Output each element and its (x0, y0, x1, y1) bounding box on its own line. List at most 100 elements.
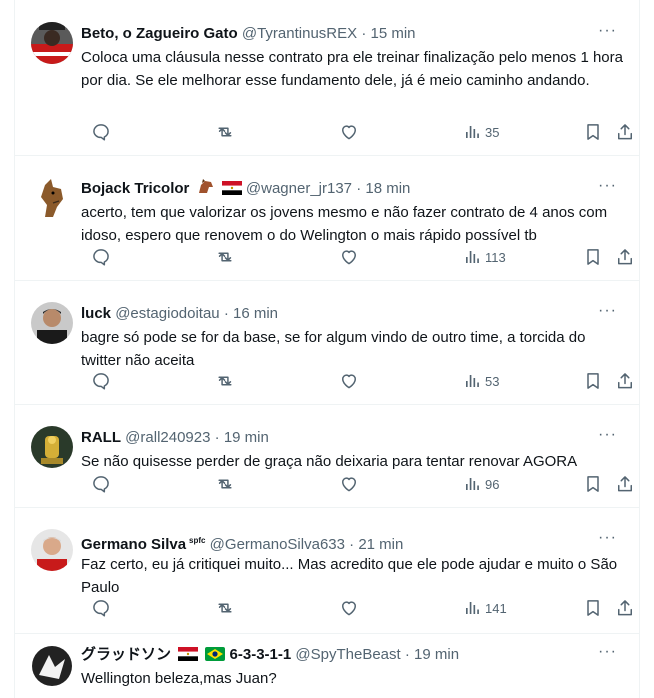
tweet-header: Germano Silva spfc @GermanoSilva633 · 21 … (81, 531, 601, 553)
avatar[interactable] (31, 22, 73, 64)
more-icon[interactable]: ··· (598, 643, 617, 661)
avatar[interactable] (31, 645, 73, 687)
handle[interactable]: @SpyTheBeast (295, 646, 400, 663)
separator: · (356, 180, 362, 197)
tweet[interactable]: RALL @rall240923 · 19 min ··· Se não qui… (15, 404, 639, 508)
separator: · (404, 646, 410, 663)
retweet-button[interactable] (215, 598, 235, 618)
tweet-header: RALL @rall240923 · 19 min (81, 428, 601, 448)
handle[interactable]: @wagner_jr137 (246, 180, 352, 197)
views-button[interactable]: 35 (463, 122, 499, 142)
reply-button[interactable] (91, 598, 111, 618)
like-icon (339, 247, 359, 267)
tweet[interactable]: Bojack Tricolor @wagner_jr137 · 18 min ·… (15, 155, 639, 281)
views-icon (463, 475, 481, 493)
views-icon (463, 123, 481, 141)
display-name[interactable]: Germano Silva (81, 536, 186, 553)
share-icon (615, 247, 635, 267)
handle[interactable]: @TyrantinusREX (242, 25, 357, 42)
reply-button[interactable] (91, 122, 111, 142)
share-icon (615, 474, 635, 494)
views-button[interactable]: 141 (463, 598, 507, 618)
bookmark-button[interactable] (583, 247, 603, 267)
avatar[interactable] (31, 426, 73, 468)
tweet[interactable]: グラッドソン 6-3-3-1-1 @SpyTheBeast · 19 min ·… (15, 633, 639, 698)
like-icon (339, 122, 359, 142)
more-icon[interactable]: ··· (598, 177, 617, 195)
timestamp[interactable]: 18 min (365, 180, 410, 197)
action-bar: 96 (81, 474, 633, 494)
reply-icon (91, 247, 111, 267)
tweet[interactable]: luck @estagiodoitau · 16 min ··· bagre s… (15, 280, 639, 405)
reply-icon (91, 598, 111, 618)
share-button[interactable] (615, 247, 635, 267)
tweet-text: bagre só pode se for da base, se for alg… (81, 329, 586, 369)
avatar[interactable] (31, 302, 73, 344)
display-name[interactable]: Bojack Tricolor (81, 180, 189, 197)
like-button[interactable] (339, 122, 359, 142)
display-name[interactable]: luck (81, 305, 111, 322)
more-icon[interactable]: ··· (598, 529, 617, 547)
retweet-button[interactable] (215, 371, 235, 391)
like-icon (339, 371, 359, 391)
share-button[interactable] (615, 122, 635, 142)
timestamp[interactable]: 19 min (414, 646, 459, 663)
retweet-icon (215, 474, 235, 494)
views-count: 113 (485, 249, 506, 265)
share-icon (615, 122, 635, 142)
like-button[interactable] (339, 371, 359, 391)
timestamp[interactable]: 21 min (358, 536, 403, 553)
timestamp[interactable]: 16 min (233, 305, 278, 322)
display-name[interactable]: Beto, o Zagueiro Gato (81, 25, 238, 42)
handle[interactable]: @GermanoSilva633 (210, 536, 345, 553)
bookmark-button[interactable] (583, 474, 603, 494)
avatar[interactable] (31, 529, 73, 571)
more-icon[interactable]: ··· (598, 302, 617, 320)
views-count: 141 (485, 600, 507, 616)
share-button[interactable] (615, 474, 635, 494)
like-button[interactable] (339, 474, 359, 494)
display-name[interactable]: グラッドソン (81, 646, 171, 663)
flag-brazil-icon (205, 647, 226, 667)
share-button[interactable] (615, 598, 635, 618)
handle[interactable]: @estagiodoitau (115, 305, 219, 322)
tweet-text: Wellington beleza,mas Juan? (81, 670, 277, 687)
tweet[interactable]: Germano Silva spfc @GermanoSilva633 · 21 … (15, 507, 639, 634)
bookmark-button[interactable] (583, 598, 603, 618)
reply-button[interactable] (91, 371, 111, 391)
share-button[interactable] (615, 371, 635, 391)
like-icon (339, 598, 359, 618)
retweet-icon (215, 598, 235, 618)
bookmark-button[interactable] (583, 122, 603, 142)
retweet-button[interactable] (215, 247, 235, 267)
like-button[interactable] (339, 598, 359, 618)
reply-button[interactable] (91, 247, 111, 267)
reply-button[interactable] (91, 474, 111, 494)
views-button[interactable]: 96 (463, 474, 499, 494)
tweet-header: Beto, o Zagueiro Gato @TyrantinusREX · 1… (81, 24, 601, 44)
like-button[interactable] (339, 247, 359, 267)
action-bar: 35 (81, 122, 633, 142)
more-icon[interactable]: ··· (598, 426, 617, 444)
views-count: 53 (485, 373, 500, 389)
tweet[interactable]: Beto, o Zagueiro Gato @TyrantinusREX · 1… (15, 0, 639, 156)
retweet-button[interactable] (215, 474, 235, 494)
display-name[interactable]: RALL (81, 429, 121, 446)
separator: · (223, 305, 229, 322)
views-button[interactable]: 113 (463, 247, 506, 267)
timestamp[interactable]: 19 min (224, 429, 269, 446)
avatar[interactable] (31, 177, 73, 219)
bookmark-button[interactable] (583, 371, 603, 391)
name-badge-text: spfc (189, 536, 206, 545)
timeline-feed: Beto, o Zagueiro Gato @TyrantinusREX · 1… (14, 0, 640, 698)
views-button[interactable]: 53 (463, 371, 499, 391)
tweet-header: グラッドソン 6-3-3-1-1 @SpyTheBeast · 19 min (81, 645, 601, 665)
bookmark-icon (583, 122, 603, 142)
timestamp[interactable]: 15 min (370, 25, 415, 42)
more-icon[interactable]: ··· (598, 22, 617, 40)
retweet-icon (215, 122, 235, 142)
bookmark-icon (583, 247, 603, 267)
retweet-button[interactable] (215, 122, 235, 142)
handle[interactable]: @rall240923 (125, 429, 210, 446)
retweet-icon (215, 247, 235, 267)
